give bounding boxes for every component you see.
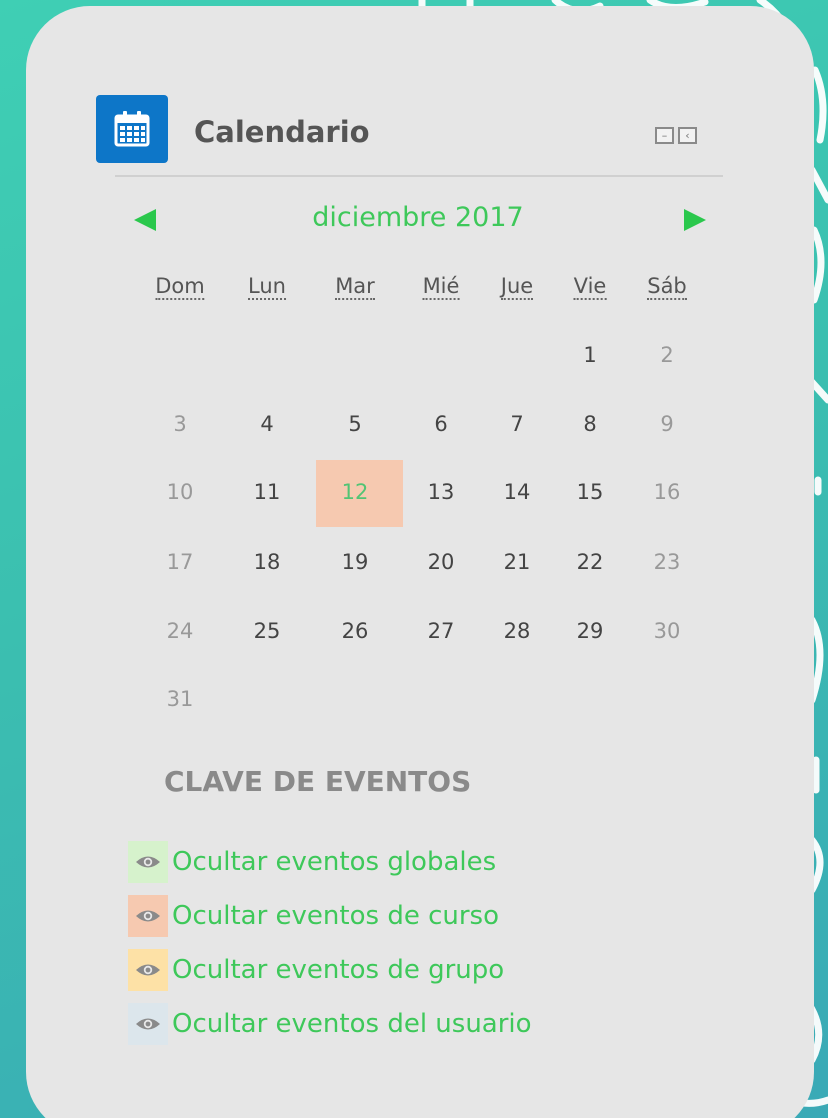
event-key-title: CLAVE DE EVENTOS (164, 765, 472, 798)
day-cell[interactable]: 19 (342, 550, 369, 574)
eye-icon[interactable] (128, 949, 168, 991)
dock-block-icon[interactable]: ‹ (678, 127, 697, 144)
weekday-mié: Mié (422, 274, 460, 301)
block-header: Calendario – ‹ (96, 95, 724, 175)
event-key-label[interactable]: Ocultar eventos globales (172, 847, 496, 877)
day-cell[interactable]: 8 (583, 412, 596, 436)
weekday-vie: Vie (573, 274, 607, 301)
day-cell[interactable]: 21 (504, 550, 531, 574)
weekday-lun: Lun (248, 274, 286, 301)
event-key-item[interactable]: Ocultar eventos de curso (128, 895, 499, 937)
day-cell-today[interactable]: 12 (342, 480, 369, 504)
day-cell[interactable]: 7 (510, 412, 523, 436)
day-cell[interactable]: 2 (660, 343, 673, 367)
block-title: Calendario (194, 115, 370, 149)
eye-icon[interactable] (128, 1003, 168, 1045)
day-cell[interactable]: 16 (654, 480, 681, 504)
day-cell[interactable]: 9 (660, 412, 673, 436)
month-label[interactable]: diciembre 2017 (218, 202, 618, 233)
day-cell[interactable]: 13 (428, 480, 455, 504)
day-cell[interactable]: 18 (254, 550, 281, 574)
hide-block-icon[interactable]: – (655, 127, 674, 144)
day-cell[interactable]: 23 (654, 550, 681, 574)
previous-month-icon[interactable] (134, 209, 156, 231)
weekday-dom: Dom (155, 274, 205, 301)
day-cell[interactable]: 22 (577, 550, 604, 574)
eye-icon[interactable] (128, 895, 168, 937)
weekday-jue: Jue (500, 274, 534, 301)
day-cell[interactable]: 10 (167, 480, 194, 504)
day-cell[interactable]: 26 (342, 619, 369, 643)
day-cell[interactable]: 14 (504, 480, 531, 504)
event-key-label[interactable]: Ocultar eventos de curso (172, 901, 499, 931)
weekday-mar: Mar (335, 274, 375, 301)
header-divider (115, 175, 723, 177)
event-key-label[interactable]: Ocultar eventos de grupo (172, 955, 504, 985)
day-cell[interactable]: 15 (577, 480, 604, 504)
weekday-sáb: Sáb (647, 274, 687, 301)
day-cell[interactable]: 28 (504, 619, 531, 643)
eye-icon[interactable] (128, 841, 168, 883)
day-cell[interactable]: 31 (167, 687, 194, 711)
day-cell[interactable]: 6 (434, 412, 447, 436)
day-cell[interactable]: 1 (583, 343, 596, 367)
day-cell[interactable]: 4 (260, 412, 273, 436)
day-cell[interactable]: 20 (428, 550, 455, 574)
calendar-icon (96, 95, 168, 163)
event-key-item[interactable]: Ocultar eventos de grupo (128, 949, 504, 991)
next-month-icon[interactable] (684, 209, 706, 231)
event-key-item[interactable]: Ocultar eventos del usuario (128, 1003, 532, 1045)
event-key-label[interactable]: Ocultar eventos del usuario (172, 1009, 532, 1039)
event-key-item[interactable]: Ocultar eventos globales (128, 841, 496, 883)
day-cell[interactable]: 24 (167, 619, 194, 643)
day-cell[interactable]: 3 (173, 412, 186, 436)
day-cell[interactable]: 5 (348, 412, 361, 436)
day-cell[interactable]: 27 (428, 619, 455, 643)
day-cell[interactable]: 25 (254, 619, 281, 643)
day-cell[interactable]: 29 (577, 619, 604, 643)
day-cell[interactable]: 30 (654, 619, 681, 643)
day-cell[interactable]: 17 (167, 550, 194, 574)
day-cell[interactable]: 11 (254, 480, 281, 504)
